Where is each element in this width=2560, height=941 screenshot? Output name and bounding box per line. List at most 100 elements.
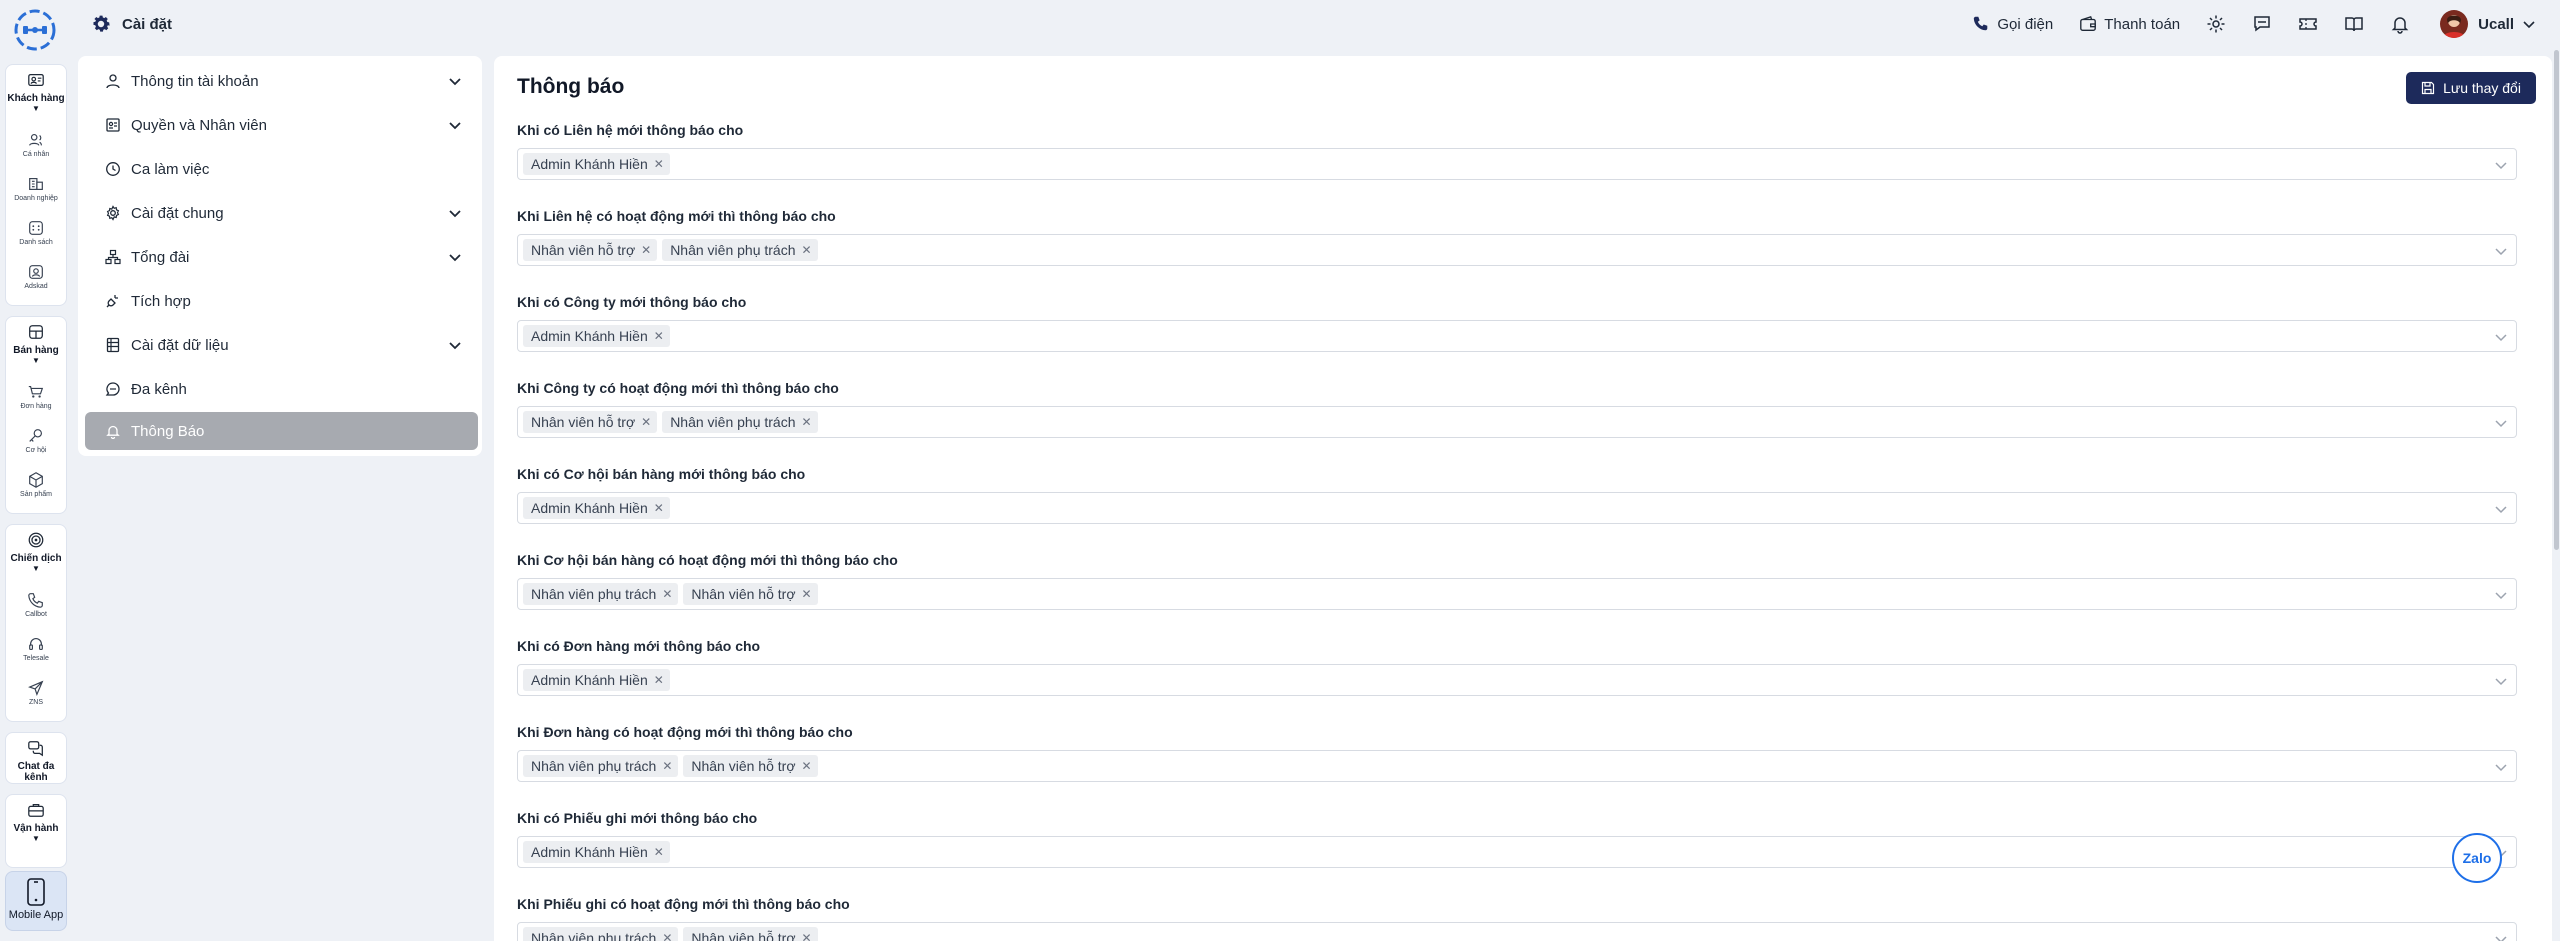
remove-tag-icon[interactable]: ✕ xyxy=(654,329,664,343)
recipient-multiselect[interactable]: Admin Khánh Hiền ✕ xyxy=(517,148,2517,180)
zalo-chat-widget[interactable]: Zalo xyxy=(2452,833,2502,883)
menu-item-switchboard[interactable]: Tổng đài xyxy=(85,238,478,276)
book-icon[interactable] xyxy=(2344,14,2364,34)
rail-item-individual[interactable]: Cá nhân xyxy=(6,125,66,169)
rail-head-campaigns[interactable]: Chiến dịch ▼ xyxy=(6,525,66,585)
menu-item-label: Tổng đài xyxy=(131,248,190,266)
rail-item-list[interactable]: Danh sách xyxy=(6,213,66,257)
rail-item-callbot[interactable]: Callbot xyxy=(6,585,66,629)
rail-item-label: ZNS xyxy=(29,699,43,706)
page-scrollbar[interactable] xyxy=(2553,48,2560,941)
chevron-down-icon[interactable] xyxy=(2494,416,2508,430)
menu-item-notifications[interactable]: Thông Báo xyxy=(85,412,478,450)
rail-head-omnichat[interactable]: Chat đa kênh xyxy=(6,733,66,783)
menu-item-label: Ca làm việc xyxy=(131,160,210,178)
page-title: Cài đặt xyxy=(122,15,173,33)
rail-group-operations: Vận hành ▼ xyxy=(5,794,67,868)
remove-tag-icon[interactable]: ✕ xyxy=(654,157,664,171)
recipient-multiselect[interactable]: Admin Khánh Hiền ✕ xyxy=(517,836,2517,868)
recipient-multiselect[interactable]: Nhân viên phụ trách ✕ Nhân viên hỗ trợ ✕ xyxy=(517,750,2517,782)
caret-down-icon: ▼ xyxy=(32,104,40,113)
remove-tag-icon[interactable]: ✕ xyxy=(654,501,664,515)
menu-item-omnichannel[interactable]: Đa kênh xyxy=(85,370,478,408)
rail-group-omnichat[interactable]: Chat đa kênh xyxy=(5,732,67,784)
menu-item-permissions-staff[interactable]: Quyền và Nhân viên xyxy=(85,106,478,144)
rail-head-operations[interactable]: Vận hành ▼ xyxy=(6,795,66,855)
cart-icon xyxy=(28,386,44,398)
recipient-multiselect[interactable]: Nhân viên hỗ trợ ✕ Nhân viên phụ trách ✕ xyxy=(517,234,2517,266)
notification-field: Khi có Đơn hàng mới thông báo cho Admin K… xyxy=(517,636,2517,722)
avatar[interactable] xyxy=(2440,10,2469,38)
message-icon[interactable] xyxy=(2252,14,2272,34)
recipient-tag-label: Admin Khánh Hiền xyxy=(531,672,648,688)
chevron-down-icon[interactable] xyxy=(2494,588,2508,602)
user-icon xyxy=(106,74,120,89)
phone-icon xyxy=(28,593,43,608)
chevron-down-icon[interactable] xyxy=(2494,674,2508,688)
rail-head-customers[interactable]: Khách hàng ▼ xyxy=(6,65,66,125)
rail-item-adskad[interactable]: Adskad xyxy=(6,257,66,301)
recipient-tag: Nhân viên phụ trách ✕ xyxy=(662,411,818,433)
recipient-tag: Nhân viên hỗ trợ ✕ xyxy=(523,411,658,433)
save-changes-button[interactable]: Lưu thay đổi xyxy=(2406,72,2536,104)
gear-icon xyxy=(106,205,120,221)
remove-tag-icon[interactable]: ✕ xyxy=(662,587,672,601)
rail-item-orders[interactable]: Đơn hàng xyxy=(6,377,66,421)
recipient-tag-label: Nhân viên hỗ trợ xyxy=(691,758,796,774)
payment-button[interactable]: Thanh toán xyxy=(2079,15,2180,33)
settings-menu: Thông tin tài khoản Quyền và Nhân viên C… xyxy=(78,56,482,456)
rail-item-opportunities[interactable]: Cơ hội xyxy=(6,421,66,465)
ticket-icon[interactable] xyxy=(2298,14,2318,34)
remove-tag-icon[interactable]: ✕ xyxy=(654,673,664,687)
chevron-down-icon[interactable] xyxy=(2494,244,2508,258)
chevron-down-icon[interactable] xyxy=(2494,932,2508,941)
recipient-tag: Nhân viên hỗ trợ ✕ xyxy=(683,755,818,777)
recipient-multiselect[interactable]: Nhân viên phụ trách ✕ Nhân viên hỗ trợ ✕ xyxy=(517,578,2517,610)
recipient-multiselect[interactable]: Admin Khánh Hiền ✕ xyxy=(517,492,2517,524)
recipient-multiselect[interactable]: Admin Khánh Hiền ✕ xyxy=(517,664,2517,696)
menu-item-data-settings[interactable]: Cài đặt dữ liệu xyxy=(85,326,478,364)
menu-item-shifts[interactable]: Ca làm việc xyxy=(85,150,478,188)
user-name[interactable]: Ucall xyxy=(2478,16,2514,33)
recipient-multiselect[interactable]: Admin Khánh Hiền ✕ xyxy=(517,320,2517,352)
store-icon xyxy=(29,325,43,339)
call-label: Gọi điện xyxy=(1997,15,2054,33)
chevron-down-icon[interactable] xyxy=(2494,502,2508,516)
rail-head-sales[interactable]: Bán hàng ▼ xyxy=(6,317,66,377)
remove-tag-icon[interactable]: ✕ xyxy=(802,415,812,429)
rail-item-zns[interactable]: ZNS xyxy=(6,673,66,717)
mobile-app-button[interactable]: Mobile App xyxy=(5,871,67,931)
id-card-icon xyxy=(106,118,120,132)
call-button[interactable]: Gọi điện xyxy=(1972,15,2053,33)
remove-tag-icon[interactable]: ✕ xyxy=(802,243,812,257)
remove-tag-icon[interactable]: ✕ xyxy=(802,759,812,773)
remove-tag-icon[interactable]: ✕ xyxy=(802,587,812,601)
rail-item-business[interactable]: Doanh nghiệp xyxy=(6,169,66,213)
remove-tag-icon[interactable]: ✕ xyxy=(641,415,651,429)
recipient-tag-label: Admin Khánh Hiền xyxy=(531,500,648,516)
remove-tag-icon[interactable]: ✕ xyxy=(662,931,672,941)
remove-tag-icon[interactable]: ✕ xyxy=(802,931,812,941)
scrollbar-thumb[interactable] xyxy=(2554,50,2559,550)
menu-item-account-info[interactable]: Thông tin tài khoản xyxy=(85,62,478,100)
app-logo[interactable] xyxy=(14,9,56,51)
remove-tag-icon[interactable]: ✕ xyxy=(641,243,651,257)
chevron-down-icon[interactable] xyxy=(2494,158,2508,172)
rail-item-label: Cá nhân xyxy=(22,151,50,158)
rail-item-products[interactable]: Sản phẩm xyxy=(6,465,66,509)
menu-item-integrations[interactable]: Tích hợp xyxy=(85,282,478,320)
recipient-multiselect[interactable]: Nhân viên hỗ trợ ✕ Nhân viên phụ trách ✕ xyxy=(517,406,2517,438)
rail-item-telesale[interactable]: Telesale xyxy=(6,629,66,673)
bell-icon[interactable] xyxy=(2390,14,2410,34)
remove-tag-icon[interactable]: ✕ xyxy=(654,845,664,859)
chevron-down-icon[interactable] xyxy=(2522,17,2536,31)
recipient-tag-label: Nhân viên phụ trách xyxy=(531,586,657,602)
menu-item-general-settings[interactable]: Cài đặt chung xyxy=(85,194,478,232)
settings-icon[interactable] xyxy=(2206,14,2226,34)
menu-item-label: Cài đặt dữ liệu xyxy=(131,336,229,354)
chevron-down-icon[interactable] xyxy=(2494,330,2508,344)
chevron-down-icon[interactable] xyxy=(2494,760,2508,774)
remove-tag-icon[interactable]: ✕ xyxy=(662,759,672,773)
field-label: Khi Liên hệ có hoạt động mới thì thông b… xyxy=(517,208,836,224)
recipient-multiselect[interactable]: Nhân viên phụ trách ✕ Nhân viên hỗ trợ ✕ xyxy=(517,922,2517,941)
